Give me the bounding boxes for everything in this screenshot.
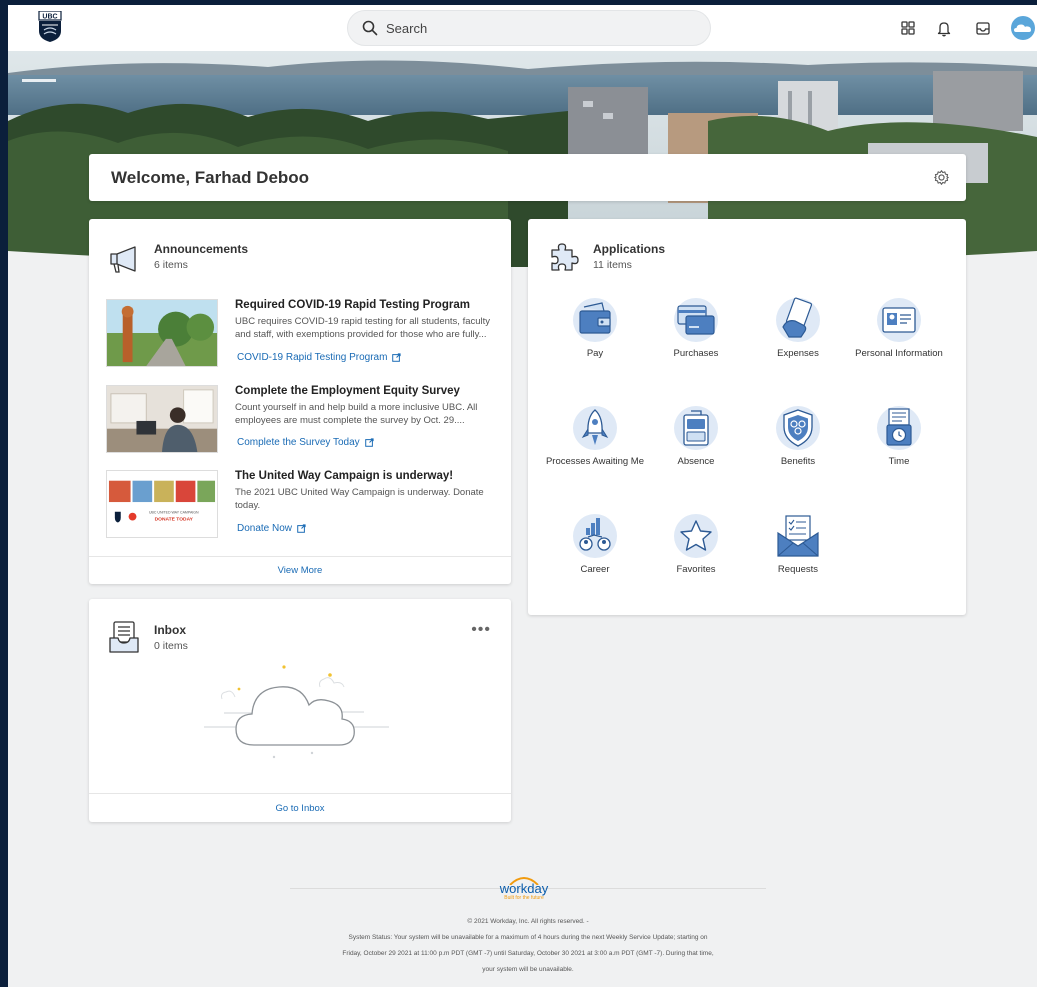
copyright-text: © 2021 Workday, Inc. All rights reserved…: [467, 918, 589, 925]
svg-text:UBC: UBC: [42, 14, 57, 21]
app-label: Time: [888, 456, 910, 467]
gear-icon[interactable]: [933, 169, 950, 186]
star-icon: [674, 514, 718, 558]
announcement-item: Required COVID-19 Rapid Testing Program …: [106, 299, 496, 369]
inbox-icon: [109, 621, 139, 653]
covid-testing-link[interactable]: COVID-19 Rapid Testing Program: [237, 352, 402, 363]
inbox-tray-icon[interactable]: [973, 18, 993, 38]
announcements-count: 6 items: [154, 259, 188, 271]
avatar-cloud-icon: [1014, 24, 1031, 32]
inbox-title: Inbox: [154, 623, 186, 637]
top-bar: UBC: [8, 5, 1037, 51]
announcement-body: The 2021 UBC United Way Campaign is unde…: [235, 487, 484, 511]
donate-today-text: DONATE TODAY: [155, 517, 194, 523]
app-favorites[interactable]: Favorites: [646, 513, 746, 613]
united-way-campaign-image: UBC UNITED WAY CAMPAIGN DONATE TODAY: [107, 471, 217, 537]
announcement-link-label: COVID-19 Rapid Testing Program: [237, 352, 388, 363]
announcement-body: UBC requires COVID-19 rapid testing for …: [235, 316, 491, 340]
clock-icon: [877, 406, 921, 450]
page-title: Welcome, Farhad Deboo: [111, 168, 310, 187]
survey-link[interactable]: Complete the Survey Today: [237, 437, 374, 448]
workday-app: UBC Search Welcome, Farhad Deboo Announc…: [8, 5, 1037, 987]
system-status-line: your system will be unavailable.: [482, 966, 574, 973]
app-absence[interactable]: Absence: [646, 405, 746, 505]
external-link-icon: [392, 353, 402, 362]
app-career[interactable]: Career: [545, 513, 645, 613]
avatar[interactable]: [1011, 16, 1035, 40]
app-label: Requests: [777, 564, 819, 575]
announcement-title[interactable]: The United Way Campaign is underway!: [235, 470, 453, 482]
app-label: Purchases: [673, 348, 719, 359]
announcement-body: Count yourself in and help build a more …: [235, 402, 478, 426]
app-label: Expenses: [777, 348, 819, 359]
suitcase-icon: [674, 406, 718, 450]
external-link-icon: [364, 438, 374, 447]
ubc-logo-icon[interactable]: UBC: [38, 11, 62, 43]
app-expenses[interactable]: Expenses: [748, 297, 848, 397]
campus-totem-image: [107, 300, 217, 366]
app-label: Pay: [586, 348, 604, 359]
receipt-hand-icon: [776, 297, 820, 342]
puzzle-icon: [551, 243, 579, 271]
app-benefits[interactable]: Benefits: [748, 405, 848, 505]
app-processes-awaiting-me[interactable]: Processes Awaiting Me: [545, 405, 645, 505]
applications-title: Applications: [593, 242, 666, 256]
app-label: Benefits: [780, 456, 816, 467]
bell-icon[interactable]: [934, 18, 954, 38]
announcement-thumbnail[interactable]: [106, 299, 218, 367]
go-to-inbox-button[interactable]: Go to Inbox: [89, 793, 511, 822]
career-icon: [573, 514, 617, 558]
view-more-button[interactable]: View More: [89, 556, 511, 584]
search-input[interactable]: [386, 20, 686, 36]
campaign-name-text: UBC UNITED WAY CAMPAIGN: [149, 511, 199, 515]
applications-count: 11 items: [593, 259, 632, 271]
announcement-item: Complete the Employment Equity Survey Co…: [106, 385, 496, 455]
announcements-title: Announcements: [154, 242, 249, 256]
workday-arc-icon: [509, 877, 539, 885]
app-label: Absence: [677, 456, 715, 467]
megaphone-icon: [110, 246, 136, 273]
app-purchases[interactable]: Purchases: [646, 297, 746, 397]
donate-now-link[interactable]: Donate Now: [237, 523, 306, 534]
announcement-thumbnail[interactable]: [106, 385, 218, 453]
announcement-link-label: Complete the Survey Today: [237, 437, 360, 448]
envelope-icon: [777, 515, 819, 557]
shield-icon: [776, 406, 820, 450]
search-icon: [362, 20, 378, 36]
external-link-icon: [297, 524, 306, 533]
app-time[interactable]: Time: [849, 405, 949, 505]
credit-card-icon: [674, 298, 718, 342]
workday-logo: workday Built for the future: [494, 875, 554, 907]
inbox-count: 0 items: [154, 640, 188, 652]
announcement-link-label: Donate Now: [237, 523, 293, 534]
app-label: Processes Awaiting Me: [545, 456, 645, 467]
inbox-card: Inbox 0 items ••• Go to Inbox: [89, 599, 511, 822]
more-options-button[interactable]: •••: [471, 621, 491, 639]
announcement-title[interactable]: Complete the Employment Equity Survey: [235, 385, 460, 397]
wallet-icon: [573, 298, 617, 342]
announcement-item: UBC UNITED WAY CAMPAIGN DONATE TODAY The…: [106, 470, 496, 540]
announcement-thumbnail[interactable]: UBC UNITED WAY CAMPAIGN DONATE TODAY: [106, 470, 218, 538]
app-personal-information[interactable]: Personal Information: [849, 297, 949, 397]
app-label: Favorites: [676, 564, 716, 575]
welcome-banner: Welcome, Farhad Deboo: [89, 154, 966, 201]
app-pay[interactable]: Pay: [545, 297, 645, 397]
apps-grid-icon[interactable]: [898, 18, 918, 38]
search-bar[interactable]: [347, 10, 711, 46]
rocket-icon: [573, 406, 617, 450]
system-status-line: Friday, October 29 2021 at 11:00 p.m PDT…: [342, 950, 714, 957]
office-worker-image: [107, 386, 217, 452]
id-card-icon: [877, 298, 921, 342]
announcements-card: Announcements 6 items Required COVID-19 …: [89, 219, 511, 584]
system-status-line: System Status: Your system will be unava…: [348, 934, 708, 941]
app-label: Career: [580, 564, 610, 575]
applications-card: Applications 11 items Pay Purchases Expe…: [528, 219, 966, 615]
app-requests[interactable]: Requests: [748, 513, 848, 613]
announcement-title[interactable]: Required COVID-19 Rapid Testing Program: [235, 299, 470, 311]
app-label: Personal Information: [855, 348, 943, 359]
empty-cloud-illustration: [204, 665, 389, 759]
